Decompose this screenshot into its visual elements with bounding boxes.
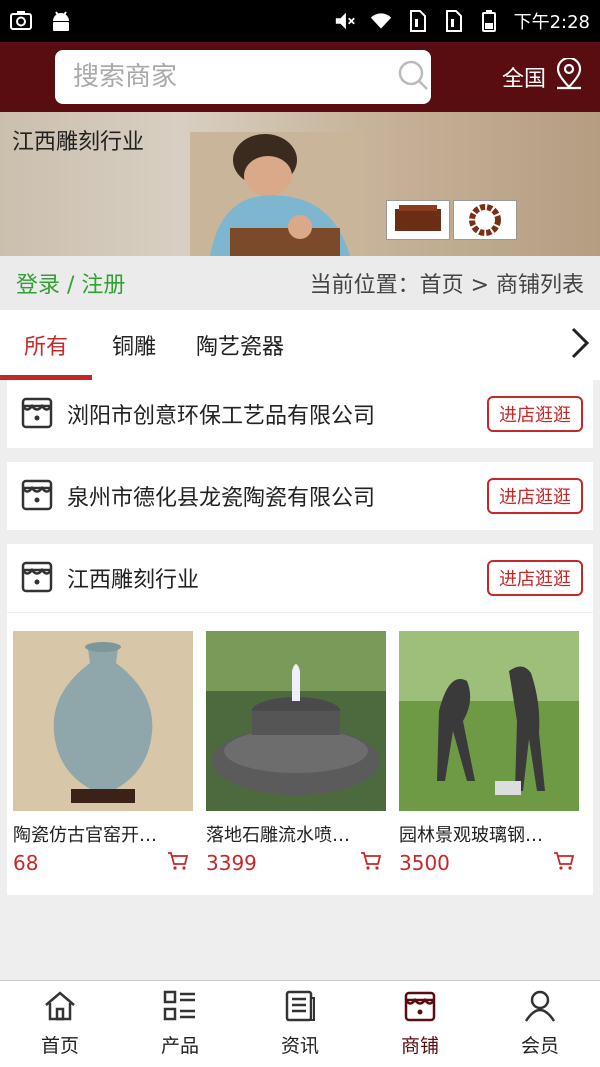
banner-carver-image xyxy=(190,132,365,256)
product-card[interactable]: 陶瓷仿古官窑开… 68 xyxy=(13,631,193,875)
search-icon[interactable] xyxy=(397,59,429,95)
nav-products[interactable]: 产品 xyxy=(120,981,240,1067)
home-icon xyxy=(43,990,77,1027)
price-row: 68 xyxy=(13,851,193,875)
login-link[interactable]: 登录 xyxy=(16,273,60,298)
cart-icon[interactable] xyxy=(167,851,189,875)
news-icon xyxy=(283,990,317,1027)
shop-icon xyxy=(21,477,53,515)
nav-home-label: 首页 xyxy=(40,1035,79,1057)
cart-icon[interactable] xyxy=(360,851,382,875)
price-row: 3399 xyxy=(206,851,386,875)
android-icon xyxy=(50,10,72,32)
shop-name[interactable]: 泉州市德化县龙瓷陶瓷有限公司 xyxy=(67,480,487,512)
status-bar: 下午2:28 xyxy=(0,0,600,42)
product-price: 3399 xyxy=(206,851,257,875)
shop-header[interactable]: 浏阳市创意环保工艺品有限公司 进店逛逛 xyxy=(7,380,593,448)
region-selector[interactable]: 全国 xyxy=(501,56,584,96)
product-name[interactable]: 陶瓷仿古官窑开… xyxy=(13,821,193,847)
nav-member[interactable]: 会员 xyxy=(480,981,600,1067)
shop-icon xyxy=(403,990,437,1027)
nav-products-label: 产品 xyxy=(160,1035,199,1057)
clock: 下午2:28 xyxy=(513,12,590,33)
shop-name[interactable]: 江西雕刻行业 xyxy=(67,562,487,594)
nav-home[interactable]: 首页 xyxy=(0,981,120,1067)
user-icon xyxy=(523,990,557,1027)
breadcrumb: 当前位置：首页 > 商铺列表 xyxy=(309,273,584,298)
login-separator: / xyxy=(60,273,82,298)
battery-icon xyxy=(478,10,500,32)
shop-header[interactable]: 江西雕刻行业 进店逛逛 xyxy=(7,544,593,612)
product-statue-image[interactable] xyxy=(399,631,579,811)
product-price: 68 xyxy=(13,851,39,875)
banner-title: 江西雕刻行业 xyxy=(12,130,145,155)
tab-all[interactable]: 所有 xyxy=(0,310,92,380)
wifi-icon xyxy=(370,10,392,32)
shop-card: 泉州市德化县龙瓷陶瓷有限公司 进店逛逛 xyxy=(7,462,593,530)
category-tabs: 所有 铜雕 陶艺瓷器 xyxy=(0,310,600,380)
bottom-nav: 首页 产品 资讯 商铺 会员 xyxy=(0,980,600,1067)
banner-furniture-thumb xyxy=(386,200,450,240)
banner-beads-thumb xyxy=(453,200,517,240)
location-pin-icon xyxy=(554,56,584,96)
nav-member-label: 会员 xyxy=(520,1035,559,1057)
banner[interactable]: 江西雕刻行业 xyxy=(0,112,600,256)
register-link[interactable]: 注册 xyxy=(81,273,125,298)
nav-news-label: 资讯 xyxy=(280,1035,319,1057)
product-name[interactable]: 园林景观玻璃钢… xyxy=(399,821,579,847)
shop-card: 浏阳市创意环保工艺品有限公司 进店逛逛 xyxy=(7,380,593,448)
shop-header[interactable]: 泉州市德化县龙瓷陶瓷有限公司 进店逛逛 xyxy=(7,462,593,530)
tab-ceramics[interactable]: 陶艺瓷器 xyxy=(176,310,304,380)
nav-shops[interactable]: 商铺 xyxy=(360,981,480,1067)
price-row: 3500 xyxy=(399,851,579,875)
nav-news[interactable]: 资讯 xyxy=(240,981,360,1067)
shop-icon xyxy=(21,395,53,433)
sim2-icon xyxy=(442,10,464,32)
visit-shop-button[interactable]: 进店逛逛 xyxy=(487,478,583,514)
screenshot-icon xyxy=(10,10,32,32)
product-price: 3500 xyxy=(399,851,450,875)
product-card[interactable]: 落地石雕流水喷… 3399 xyxy=(206,631,386,875)
grid-list-icon xyxy=(163,990,197,1027)
product-list: 陶瓷仿古官窑开… 68 落地石雕流水喷… 3399 园林景观玻璃钢… 3500 xyxy=(7,613,593,895)
login-breadcrumb-bar: 登录 / 注册 当前位置：首页 > 商铺列表 xyxy=(0,256,600,310)
shop-name[interactable]: 浏阳市创意环保工艺品有限公司 xyxy=(67,398,487,430)
search-input[interactable] xyxy=(73,62,397,92)
tab-bronze[interactable]: 铜雕 xyxy=(92,310,176,380)
nav-shops-label: 商铺 xyxy=(400,1035,439,1057)
mute-icon xyxy=(334,10,356,32)
shop-card: 江西雕刻行业 进店逛逛 陶瓷仿古官窑开… 68 落地石雕流水喷… 3399 园林… xyxy=(7,544,593,895)
product-fountain-image[interactable] xyxy=(206,631,386,811)
header: 全国 xyxy=(0,42,600,112)
visit-shop-button[interactable]: 进店逛逛 xyxy=(487,560,583,596)
shop-icon xyxy=(21,559,53,597)
product-name[interactable]: 落地石雕流水喷… xyxy=(206,821,386,847)
search-box[interactable] xyxy=(55,50,431,104)
login-register: 登录 / 注册 xyxy=(16,267,125,299)
sim1-icon xyxy=(406,10,428,32)
chevron-right-icon xyxy=(569,326,591,364)
cart-icon[interactable] xyxy=(553,851,575,875)
product-vase-image[interactable] xyxy=(13,631,193,811)
region-label: 全国 xyxy=(501,67,546,92)
tabs-next-button[interactable] xyxy=(560,310,600,380)
visit-shop-button[interactable]: 进店逛逛 xyxy=(487,396,583,432)
product-card[interactable]: 园林景观玻璃钢… 3500 xyxy=(399,631,579,875)
